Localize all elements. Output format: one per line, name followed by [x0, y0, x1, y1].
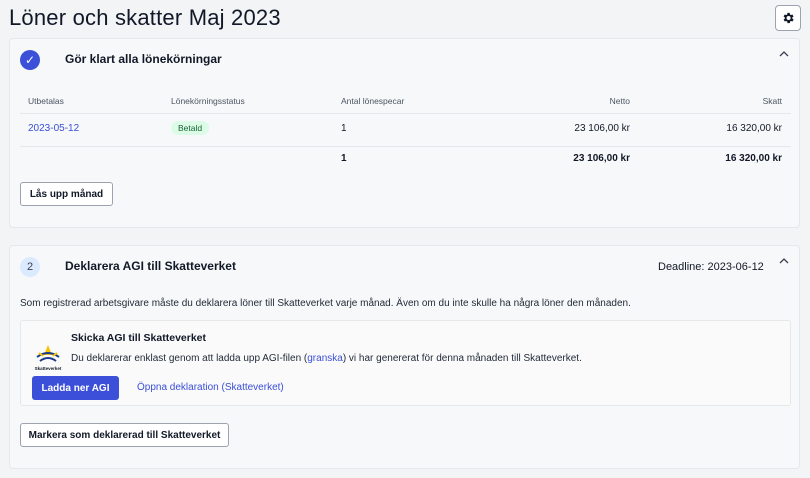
- download-agi-button[interactable]: Ladda ner AGI: [32, 376, 119, 400]
- gear-icon: [783, 12, 794, 24]
- column-header-skatt: Skatt: [762, 96, 782, 106]
- table-divider: [20, 146, 791, 147]
- column-header-status: Lönekörningsstatus: [171, 96, 245, 106]
- unlock-month-button[interactable]: Lås upp månad: [20, 182, 113, 206]
- netto-value: 23 106,00 kr: [574, 123, 630, 134]
- step2-title: Deklarera AGI till Skatteverket: [65, 259, 236, 273]
- payslip-count: 1: [341, 123, 347, 134]
- settings-button[interactable]: [775, 5, 801, 31]
- chevron-up-icon[interactable]: [778, 49, 790, 59]
- payout-date-link[interactable]: 2023-05-12: [28, 123, 79, 134]
- column-header-utbetalas: Utbetalas: [28, 96, 64, 106]
- agi-text-after: ) vi har genererat för denna månaden til…: [342, 353, 582, 364]
- agi-title: Skicka AGI till Skatteverket: [71, 332, 207, 344]
- column-header-count: Antal lönespecar: [341, 96, 405, 106]
- agi-panel: Skatteverket Skicka AGI till Skatteverke…: [20, 320, 791, 406]
- total-netto: 23 106,00 kr: [573, 153, 630, 164]
- skatt-value: 16 320,00 kr: [726, 123, 782, 134]
- review-link[interactable]: granska: [307, 353, 343, 364]
- agi-text-before: Du deklarerar enklast genom att ladda up…: [71, 353, 308, 364]
- skatteverket-logo: [36, 345, 60, 362]
- step-number: 2: [20, 257, 40, 277]
- step2-card: 2 Deklarera AGI till Skatteverket Deadli…: [9, 245, 800, 469]
- step1-card: ✓ Gör klart alla lönekörningar Utbetalas…: [9, 38, 800, 228]
- page-title: Löner och skatter Maj 2023: [9, 5, 281, 30]
- chevron-up-icon[interactable]: [778, 256, 790, 266]
- total-count: 1: [341, 153, 347, 164]
- table-divider: [20, 113, 791, 114]
- status-badge: Betald: [171, 121, 210, 135]
- step1-title: Gör klart alla lönekörningar: [65, 52, 222, 66]
- open-declaration-link[interactable]: Öppna deklaration (Skatteverket): [137, 382, 284, 393]
- agi-description: Som registrerad arbetsgivare måste du de…: [20, 298, 631, 309]
- deadline-text: Deadline: 2023-06-12: [658, 261, 764, 273]
- check-icon: ✓: [20, 50, 40, 70]
- total-skatt: 16 320,00 kr: [725, 153, 782, 164]
- mark-declared-button[interactable]: Markera som deklarerad till Skatteverket: [20, 423, 229, 447]
- agi-instructions: Du deklarerar enklast genom att ladda up…: [71, 353, 582, 364]
- logo-text: Skatteverket: [34, 366, 62, 371]
- column-header-netto: Netto: [609, 96, 630, 106]
